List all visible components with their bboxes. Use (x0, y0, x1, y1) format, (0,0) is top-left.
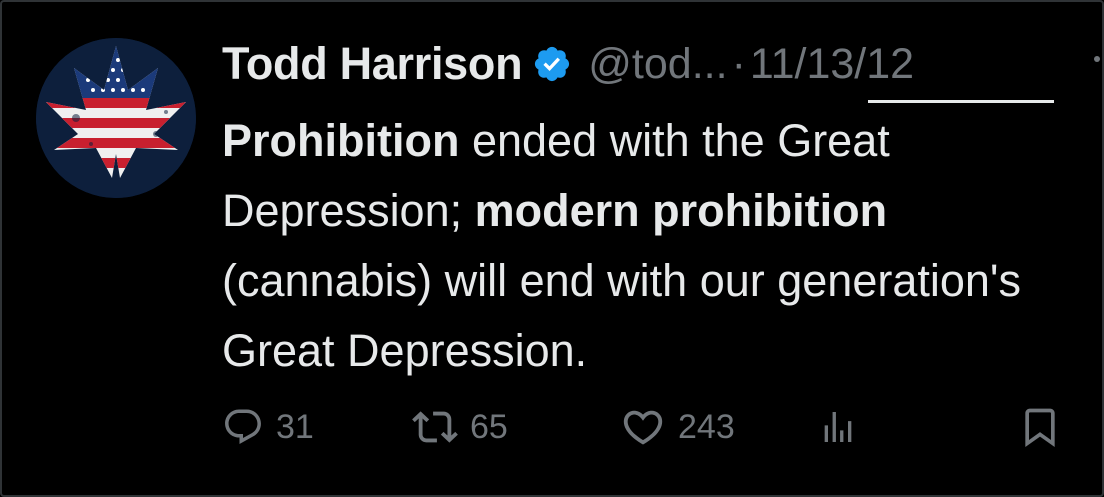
separator-dot: · (731, 39, 746, 88)
like-button[interactable]: 243 (620, 400, 735, 454)
repost-icon (412, 404, 458, 450)
like-icon (620, 404, 666, 450)
views-button[interactable] (818, 400, 858, 454)
date-underline (868, 100, 1054, 103)
tweet-date[interactable]: 11/13/12 (750, 40, 914, 89)
avatar[interactable] (36, 38, 196, 198)
verified-badge-icon[interactable] (532, 44, 572, 84)
reply-button[interactable]: 31 (222, 400, 314, 454)
repost-button[interactable]: 65 (412, 400, 508, 454)
avatar-flag-leaf-icon (36, 38, 196, 198)
bookmark-button[interactable] (1018, 400, 1062, 454)
tweet-text: Prohibition ended with the Great Depress… (222, 106, 1082, 386)
action-bar: 31 65 243 (222, 400, 1062, 454)
tweet-text-part-4: (cannabis) will end with our generation'… (222, 255, 1022, 376)
tweet-text-bold-2: modern prohibition (474, 185, 888, 236)
tweet-text-bold-1: Prohibition (222, 115, 460, 166)
views-icon (818, 407, 858, 447)
more-options-icon[interactable] (1094, 56, 1100, 62)
tweet-header: Todd Harrison @tod... · 11/13/12 (222, 34, 914, 94)
reply-icon (222, 406, 264, 448)
reply-count: 31 (276, 407, 314, 446)
repost-count: 65 (470, 407, 508, 446)
author-handle[interactable]: @tod... (588, 40, 727, 89)
like-count: 243 (678, 407, 735, 446)
bookmark-icon (1018, 405, 1062, 449)
author-name[interactable]: Todd Harrison (222, 38, 523, 90)
